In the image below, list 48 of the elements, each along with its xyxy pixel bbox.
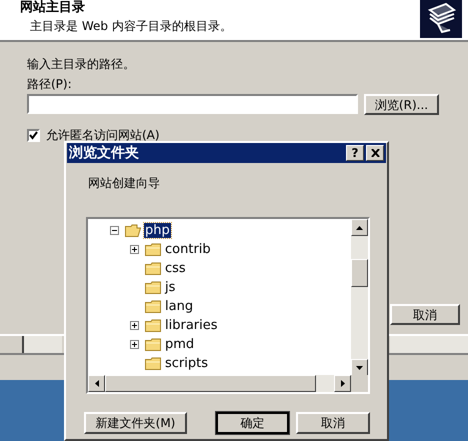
horizontal-scrollbar[interactable] [88,375,351,392]
folder-icon [145,338,161,351]
dialog-button[interactable]: 新建文件夹(M) [84,412,187,434]
page-title: 网站主目录 [20,0,86,16]
folder-icon [145,357,161,370]
dialog-button[interactable]: 取消 [296,412,370,434]
right-arrow-icon [340,380,344,387]
tree-item[interactable]: lang [164,299,194,314]
help-button[interactable]: ? [346,145,364,161]
tree-item[interactable]: libraries [164,318,219,333]
horizontal-scrollbar[interactable] [0,336,62,353]
folder-icon [145,300,161,313]
dialog-description: 网站创建向导 [88,176,161,190]
close-button[interactable] [366,145,384,161]
anonymous-access-label: 允许匿名访问网站(A) [46,128,160,142]
expand-toggle[interactable] [130,321,139,330]
up-arrow-icon [356,226,363,230]
page-subtitle: 主目录是 Web 内容子目录的根目录。 [29,19,232,33]
path-input-field[interactable] [27,94,358,114]
vertical-scrollbar[interactable] [351,219,368,376]
horizontal-scrollbar[interactable] [390,336,468,353]
path-label: 路径(P): [27,76,73,92]
tree-item[interactable]: php [144,223,171,238]
scrollbar-thumb[interactable] [105,375,316,392]
tree-item[interactable]: pmd [164,337,196,352]
scrollbar-corner [351,375,368,392]
checkbox[interactable] [27,128,40,142]
dialog-button[interactable]: 确定 [216,412,289,434]
folder-icon [145,319,161,332]
tree-item[interactable]: scripts [164,356,209,371]
close-icon [370,149,380,157]
instruction-text: 输入主目录的路径。 [27,56,136,72]
tree-item[interactable]: js [164,280,176,295]
collapse-toggle[interactable] [110,226,119,235]
tree-item[interactable]: contrib [164,242,212,257]
down-arrow-icon [356,366,363,370]
scrollbar-thumb[interactable] [351,259,368,287]
expand-toggle[interactable] [130,245,139,254]
folder-icon [145,262,161,275]
folder-icon [125,224,141,237]
folder-icon [145,281,161,294]
folder-icon [145,243,161,256]
dialog-title: 浏览文件夹 [69,144,139,162]
browse-button[interactable]: 浏览(R)... [364,94,439,115]
expand-toggle[interactable] [130,340,139,349]
left-arrow-icon [94,380,98,387]
cancel-button[interactable]: 取消 [390,304,460,325]
tree-item[interactable]: css [164,261,187,276]
